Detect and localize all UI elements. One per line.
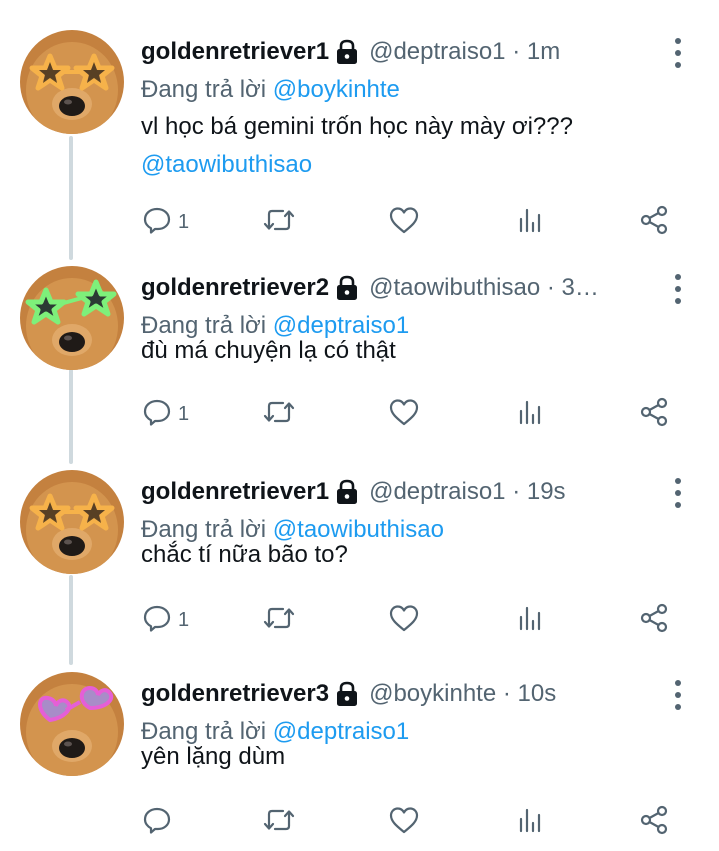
reply-button[interactable]: 1 <box>142 202 189 242</box>
views-button[interactable] <box>516 394 544 434</box>
like-button[interactable] <box>388 394 420 434</box>
heart-icon <box>388 805 420 840</box>
display-name[interactable]: goldenretriever1 <box>141 38 329 66</box>
replying-to-label: Đang trả lời <box>141 76 267 103</box>
tweet-reply[interactable]: goldenretriever2 @taowibuthisao · 3… Đan… <box>0 266 719 434</box>
retweet-icon <box>262 397 296 432</box>
avatar[interactable] <box>20 672 124 776</box>
more-options-icon[interactable] <box>667 478 689 508</box>
action-bar: 1 <box>0 600 719 640</box>
tweet-text-mention[interactable]: @taowibuthisao <box>141 151 312 178</box>
reply-count: 1 <box>178 608 190 631</box>
tweet-reply[interactable]: goldenretriever3 @boykinhte · 10s Đang t… <box>0 672 719 842</box>
lock-icon <box>335 681 359 707</box>
replying-to-mention[interactable]: @boykinhte <box>273 76 400 103</box>
retweet-button[interactable] <box>262 202 296 242</box>
tweet-text-body: yên lặng dùm <box>141 743 286 770</box>
reply-count: 1 <box>178 210 190 233</box>
reply-count: 1 <box>178 402 190 425</box>
avatar[interactable] <box>20 470 124 574</box>
share-icon <box>638 396 670 433</box>
comment-icon <box>142 205 172 240</box>
lock-icon <box>335 275 359 301</box>
comment-icon <box>142 805 172 840</box>
tweet-text-body: chắc tí nữa bão to? <box>141 541 348 568</box>
share-icon <box>638 602 670 639</box>
tweet-text: yên lặng dùm <box>141 738 689 776</box>
handle-and-time: @deptraiso1 · 19s <box>369 478 566 505</box>
handle-and-time: @taowibuthisao · 3… <box>369 274 599 301</box>
display-name[interactable]: goldenretriever2 <box>141 274 329 302</box>
analytics-icon <box>516 205 544 240</box>
tweet-text: đù má chuyện lạ có thật <box>141 332 689 370</box>
share-button[interactable] <box>638 394 670 434</box>
share-button[interactable] <box>638 202 670 242</box>
tweet-reply[interactable]: goldenretriever1 @deptraiso1 · 19s Đang … <box>0 470 719 640</box>
heart-icon <box>388 397 420 432</box>
reply-button[interactable] <box>142 802 178 842</box>
action-bar <box>0 802 719 842</box>
retweet-button[interactable] <box>262 394 296 434</box>
display-name[interactable]: goldenretriever3 <box>141 680 329 708</box>
retweet-button[interactable] <box>262 802 296 842</box>
tweet-text-body: vl học bá gemini trốn học này mày ơi??? <box>141 113 573 140</box>
retweet-button[interactable] <box>262 600 296 640</box>
avatar[interactable] <box>20 30 124 134</box>
share-button[interactable] <box>638 600 670 640</box>
heart-icon <box>388 205 420 240</box>
analytics-icon <box>516 603 544 638</box>
comment-icon <box>142 397 172 432</box>
tweet-header: goldenretriever3 @boykinhte · 10s <box>141 672 657 716</box>
reply-button[interactable]: 1 <box>142 600 189 640</box>
comment-icon <box>142 603 172 638</box>
like-button[interactable] <box>388 202 420 242</box>
handle-and-time: @boykinhte · 10s <box>369 680 557 707</box>
like-button[interactable] <box>388 600 420 640</box>
analytics-icon <box>516 397 544 432</box>
tweet-text: vl học bá gemini trốn học này mày ơi??? @… <box>141 108 689 184</box>
share-icon <box>638 204 670 241</box>
display-name[interactable]: goldenretriever1 <box>141 478 329 506</box>
tweet-header: goldenretriever1 @deptraiso1 · 1m <box>141 30 657 74</box>
retweet-icon <box>262 205 296 240</box>
views-button[interactable] <box>516 600 544 640</box>
heart-icon <box>388 603 420 638</box>
replying-to: Đang trả lời @boykinhte <box>141 76 400 104</box>
share-icon <box>638 804 670 841</box>
tweet-text-body: đù má chuyện lạ có thật <box>141 337 396 364</box>
views-button[interactable] <box>516 802 544 842</box>
action-bar: 1 <box>0 394 719 434</box>
lock-icon <box>335 39 359 65</box>
action-bar: 1 <box>0 202 719 242</box>
retweet-icon <box>262 805 296 840</box>
tweet-header: goldenretriever2 @taowibuthisao · 3… <box>141 266 657 310</box>
tweet-text: chắc tí nữa bão to? <box>141 536 689 574</box>
tweet-header: goldenretriever1 @deptraiso1 · 19s <box>141 470 657 514</box>
analytics-icon <box>516 805 544 840</box>
more-options-icon[interactable] <box>667 274 689 304</box>
share-button[interactable] <box>638 802 670 842</box>
views-button[interactable] <box>516 202 544 242</box>
retweet-icon <box>262 603 296 638</box>
handle-and-time: @deptraiso1 · 1m <box>369 38 561 65</box>
more-options-icon[interactable] <box>667 680 689 710</box>
avatar[interactable] <box>20 266 124 370</box>
lock-icon <box>335 479 359 505</box>
like-button[interactable] <box>388 802 420 842</box>
reply-button[interactable]: 1 <box>142 394 189 434</box>
more-options-icon[interactable] <box>667 38 689 68</box>
tweet-reply[interactable]: goldenretriever1 @deptraiso1 · 1m Đang t… <box>0 30 719 242</box>
